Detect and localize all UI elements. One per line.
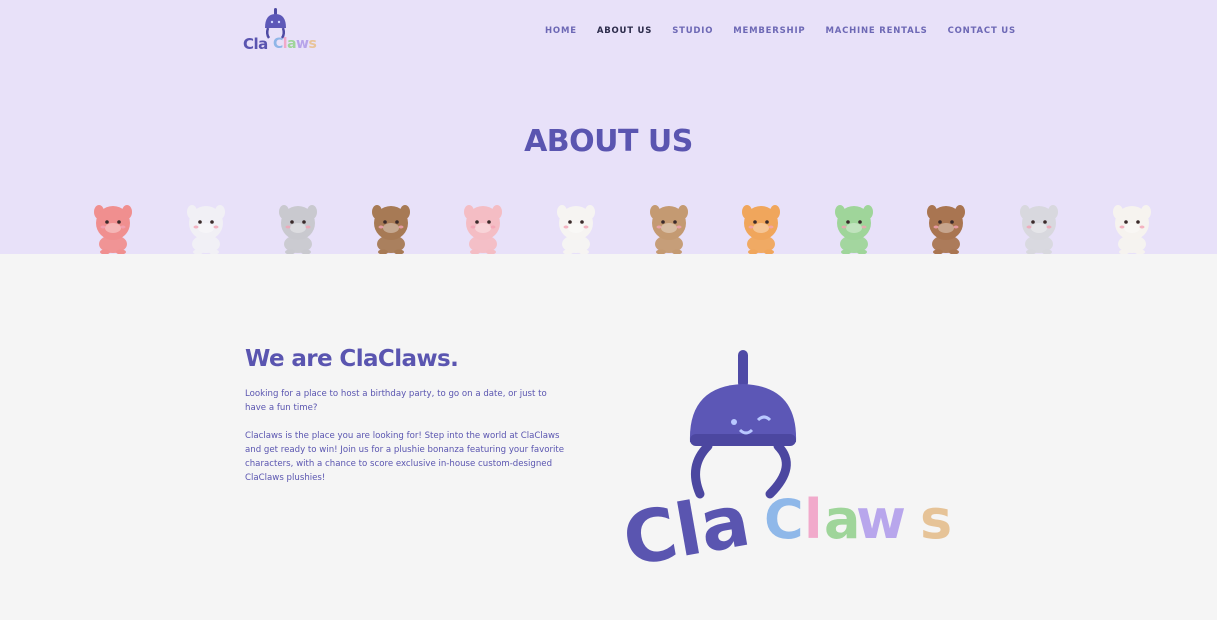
big-logo-cla: Cla xyxy=(622,478,756,568)
snake-plushie-icon xyxy=(826,196,882,255)
dragon-plushie-icon xyxy=(85,196,141,255)
claw-rod xyxy=(738,350,748,388)
claclaws-logo[interactable]: Cla Claws xyxy=(243,6,327,54)
rooster-plushie-icon xyxy=(1104,196,1160,255)
hero-banner: Cla Claws HOME ABOUT US STUDIO MEMBERSHI… xyxy=(0,0,1217,255)
nav-home[interactable]: HOME xyxy=(545,26,577,36)
main-nav: HOME ABOUT US STUDIO MEMBERSHIP MACHINE … xyxy=(545,26,1036,36)
tiger-plushie-icon xyxy=(733,196,789,255)
nav-about-us[interactable]: ABOUT US xyxy=(597,26,652,36)
dog-plushie-icon xyxy=(363,196,419,255)
big-logo-claws: C l a w s xyxy=(764,488,952,551)
pig-plushie-icon xyxy=(455,196,511,255)
nav-membership[interactable]: MEMBERSHIP xyxy=(733,26,805,36)
monkey-plushie-icon xyxy=(641,196,697,255)
goat-plushie-icon xyxy=(1011,196,1067,255)
nav-contact-us[interactable]: CONTACT US xyxy=(948,26,1016,36)
rat-plushie-icon xyxy=(270,196,326,255)
page-title: ABOUT US xyxy=(524,124,693,159)
cow-plushie-icon xyxy=(548,196,604,255)
claw-right-arm xyxy=(765,441,791,499)
claclaws-large-logo: Cla C l a w s xyxy=(622,350,952,568)
horse-plushie-icon xyxy=(918,196,974,255)
nav-machine-rentals[interactable]: MACHINE RENTALS xyxy=(825,26,927,36)
logo-cla-text: Cla xyxy=(243,35,268,53)
about-heading: We are ClaClaws. xyxy=(245,346,459,372)
rabbit-plushie-icon xyxy=(178,196,234,255)
nav-studio[interactable]: STUDIO xyxy=(672,26,713,36)
about-paragraph-2: Claclaws is the place you are looking fo… xyxy=(245,431,565,483)
about-paragraph-1: Looking for a place to host a birthday p… xyxy=(245,389,547,413)
logo-claws-text: Claws xyxy=(273,36,317,52)
